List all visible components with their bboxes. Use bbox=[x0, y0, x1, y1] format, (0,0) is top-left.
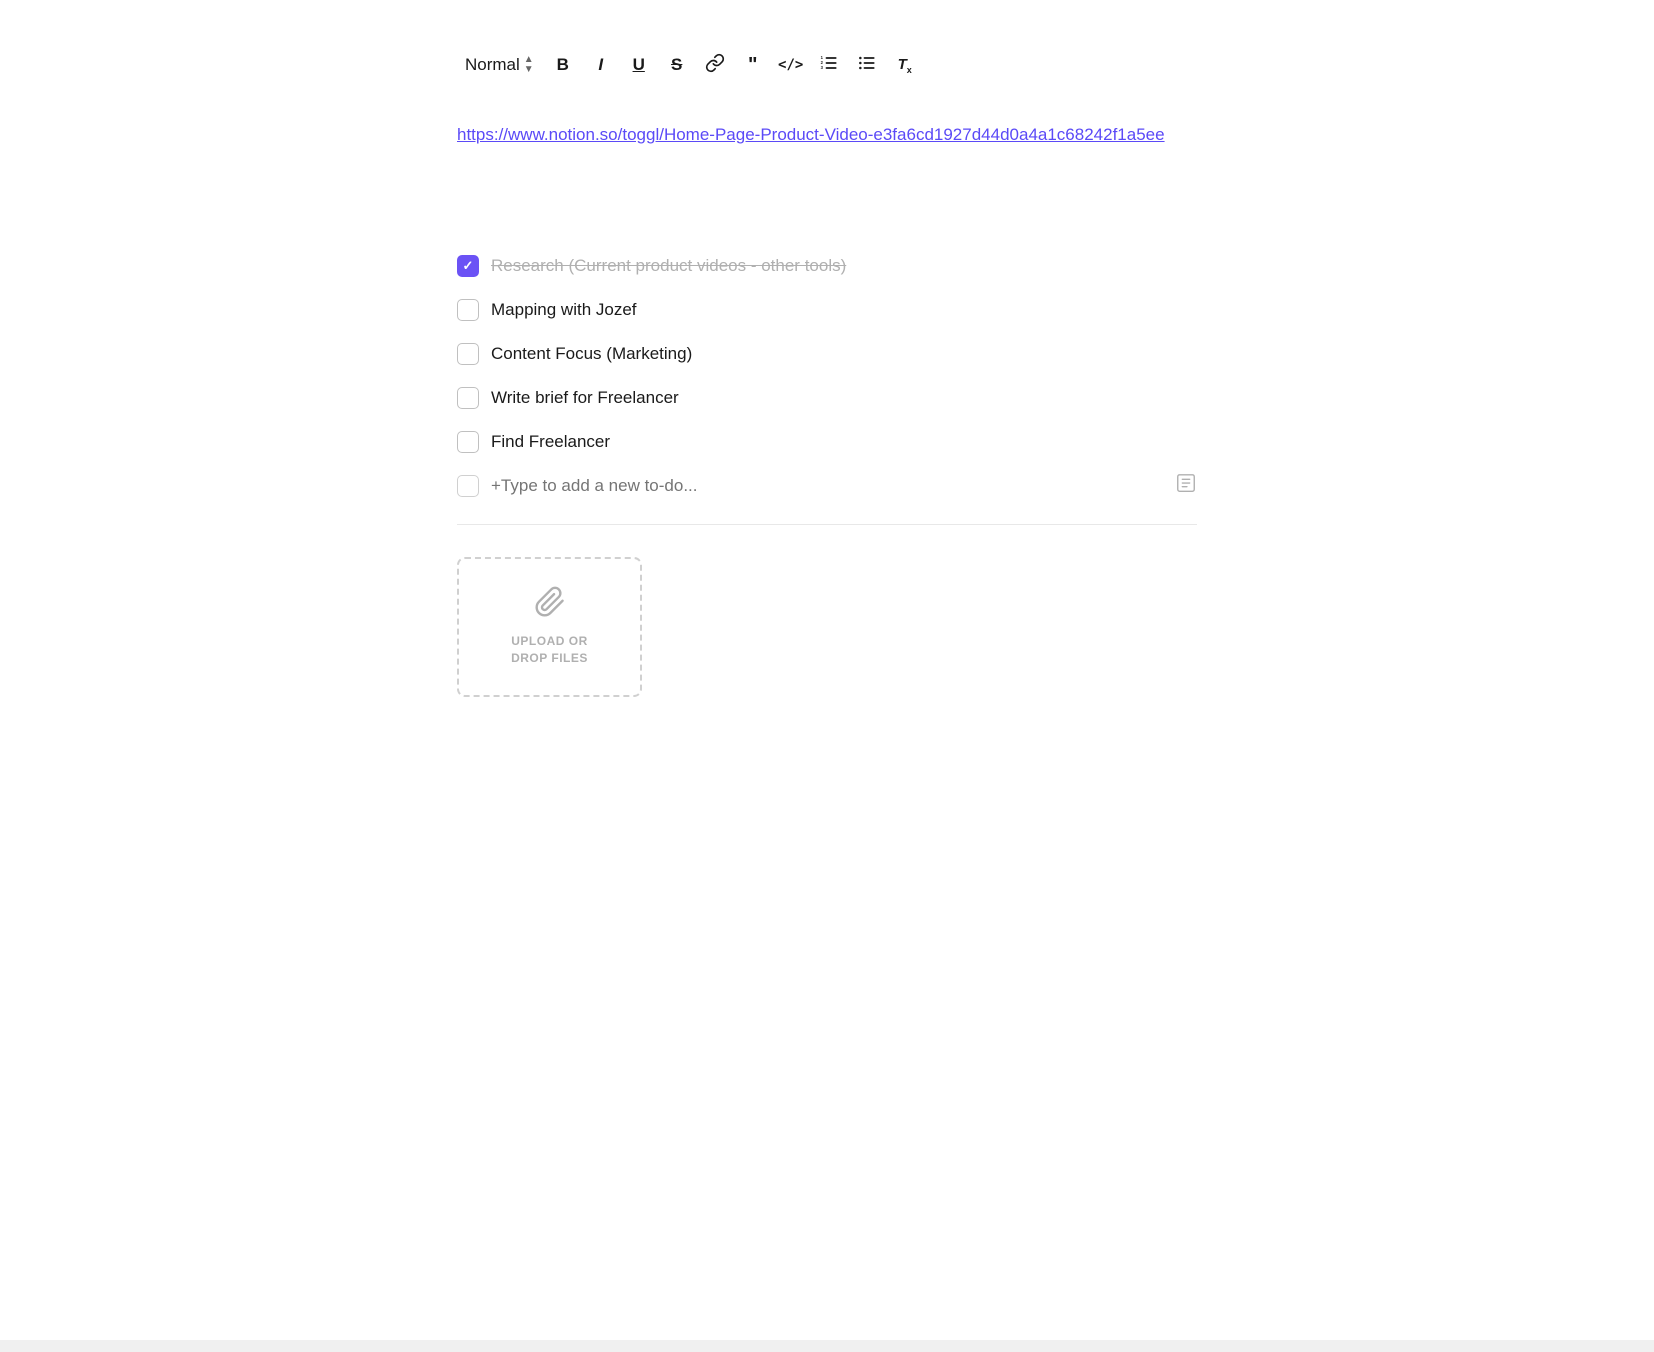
code-button[interactable]: </> bbox=[774, 48, 808, 82]
todo-item: Content Focus (Marketing) bbox=[457, 332, 1197, 376]
bold-button[interactable]: B bbox=[546, 48, 580, 82]
content-link[interactable]: https://www.notion.so/toggl/Home-Page-Pr… bbox=[457, 122, 1197, 148]
upload-label: UPLOAD OR DROP FILES bbox=[511, 633, 588, 667]
quote-icon: " bbox=[748, 54, 757, 77]
unordered-list-button[interactable] bbox=[850, 48, 884, 82]
todo-new-row bbox=[457, 464, 1197, 508]
link-button[interactable] bbox=[698, 48, 732, 82]
code-icon: </> bbox=[778, 57, 803, 73]
todo-label-1: Research (Current product videos - other… bbox=[491, 253, 846, 279]
bold-icon: B bbox=[557, 55, 569, 75]
quote-button[interactable]: " bbox=[736, 48, 770, 82]
todo-item: Mapping with Jozef bbox=[457, 288, 1197, 332]
todo-label-4: Write brief for Freelancer bbox=[491, 385, 679, 411]
ordered-list-button[interactable]: 1 2 3 bbox=[812, 48, 846, 82]
upload-icon bbox=[534, 586, 566, 625]
style-arrows-icon: ▲ ▼ bbox=[524, 55, 534, 75]
style-selector[interactable]: Normal ▲ ▼ bbox=[457, 51, 542, 79]
todo-list: Research (Current product videos - other… bbox=[457, 244, 1197, 508]
ordered-list-icon: 1 2 3 bbox=[819, 53, 839, 78]
scrollbar[interactable] bbox=[0, 1340, 1654, 1352]
underline-icon: U bbox=[633, 55, 645, 75]
todo-label-2: Mapping with Jozef bbox=[491, 297, 637, 323]
strikethrough-button[interactable]: S bbox=[660, 48, 694, 82]
todo-label-3: Content Focus (Marketing) bbox=[491, 341, 692, 367]
clear-format-icon: Tx bbox=[898, 56, 912, 75]
todo-item: Write brief for Freelancer bbox=[457, 376, 1197, 420]
todo-item: Research (Current product videos - other… bbox=[457, 244, 1197, 288]
link-icon bbox=[705, 53, 725, 78]
todo-checkbox-3[interactable] bbox=[457, 343, 479, 365]
todo-checkbox-4[interactable] bbox=[457, 387, 479, 409]
todo-checkbox-1[interactable] bbox=[457, 255, 479, 277]
strikethrough-icon: S bbox=[671, 55, 682, 75]
italic-button[interactable]: I bbox=[584, 48, 618, 82]
editor-toolbar: Normal ▲ ▼ B I U S bbox=[457, 40, 1197, 90]
todo-new-input[interactable] bbox=[491, 476, 1197, 496]
italic-icon: I bbox=[598, 55, 603, 75]
style-label: Normal bbox=[465, 55, 520, 75]
content-area: https://www.notion.so/toggl/Home-Page-Pr… bbox=[457, 114, 1197, 705]
upload-area[interactable]: UPLOAD OR DROP FILES bbox=[457, 557, 642, 697]
clear-format-button[interactable]: Tx bbox=[888, 48, 922, 82]
svg-text:3: 3 bbox=[820, 64, 823, 69]
section-divider bbox=[457, 524, 1197, 525]
todo-new-checkbox[interactable] bbox=[457, 475, 479, 497]
todo-item: Find Freelancer bbox=[457, 420, 1197, 464]
underline-button[interactable]: U bbox=[622, 48, 656, 82]
todo-template-icon[interactable] bbox=[1175, 472, 1197, 499]
todo-label-5: Find Freelancer bbox=[491, 429, 610, 455]
todo-checkbox-2[interactable] bbox=[457, 299, 479, 321]
todo-checkbox-5[interactable] bbox=[457, 431, 479, 453]
unordered-list-icon bbox=[857, 53, 877, 78]
